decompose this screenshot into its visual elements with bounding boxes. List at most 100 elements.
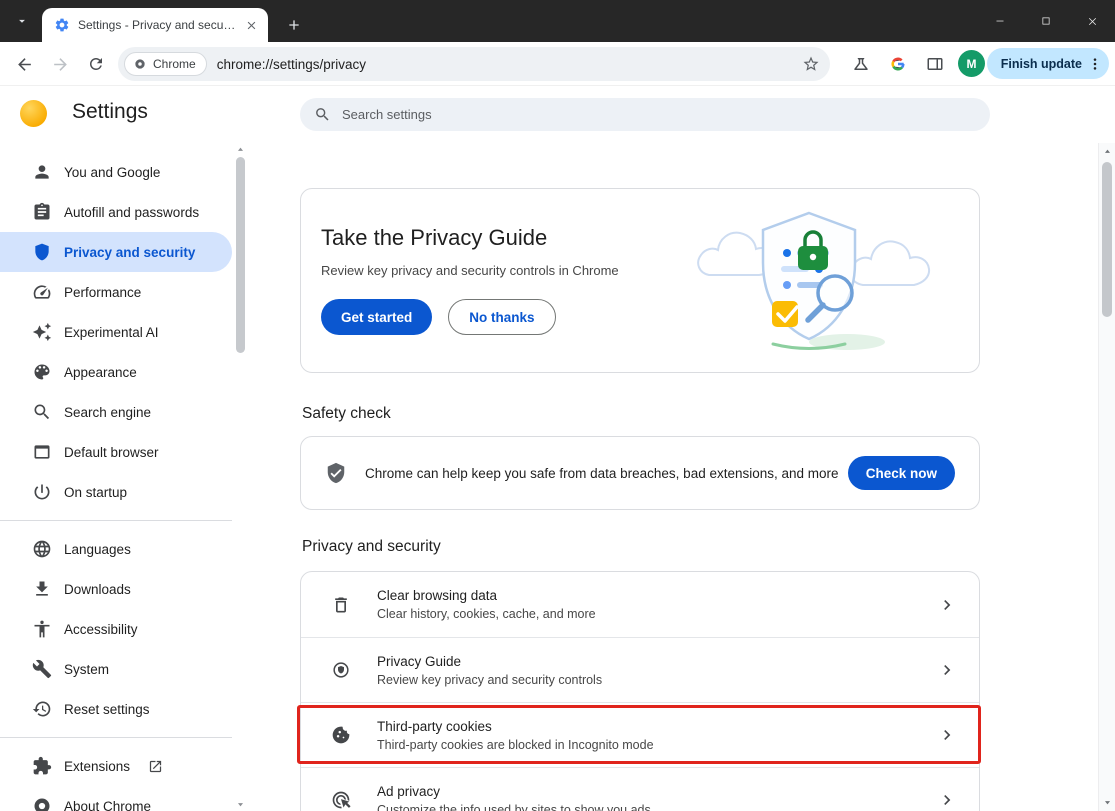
forward-button[interactable] (42, 46, 78, 82)
chevron-right-icon (937, 790, 957, 810)
ad-privacy-icon (331, 790, 351, 810)
downloads-icon (32, 579, 52, 599)
get-started-button[interactable]: Get started (321, 299, 432, 335)
settings-gear-favicon-icon (54, 17, 70, 33)
sidebar-item-autofill[interactable]: Autofill and passwords (0, 192, 232, 232)
privacy-security-card: Clear browsing data Clear history, cooki… (300, 571, 980, 811)
back-icon (15, 55, 34, 74)
tab-search-button[interactable] (8, 7, 36, 35)
clear-browsing-data-row[interactable]: Clear browsing data Clear history, cooki… (301, 572, 979, 637)
scroll-up-icon[interactable] (235, 144, 246, 155)
safety-shield-check-icon (325, 462, 347, 484)
google-g-icon (889, 55, 907, 73)
privacy-guide-icon (331, 660, 351, 680)
tab-close-button[interactable] (242, 16, 260, 34)
sidebar-item-accessibility[interactable]: Accessibility (0, 609, 232, 649)
chrome-site-chip[interactable]: Chrome (124, 52, 207, 76)
sidebar-item-languages[interactable]: Languages (0, 529, 232, 569)
languages-icon (32, 539, 52, 559)
sidebar-item-appearance[interactable]: Appearance (0, 352, 232, 392)
settings-content: Take the Privacy Guide Review key privac… (300, 143, 982, 811)
finish-update-label: Finish update (1001, 57, 1082, 71)
appearance-icon (32, 362, 52, 382)
default-browser-icon (32, 442, 52, 462)
maximize-icon (1040, 15, 1052, 27)
scroll-down-icon[interactable] (235, 799, 246, 810)
sidebar-item-reset-settings[interactable]: Reset settings (0, 689, 232, 729)
sidebar-scrollbar-thumb[interactable] (236, 157, 245, 353)
settings-logo (20, 100, 47, 127)
sidebar-item-search-engine[interactable]: Search engine (0, 392, 232, 432)
search-engine-icon (32, 402, 52, 422)
side-panel-button[interactable] (917, 46, 953, 82)
settings-header: Settings (0, 86, 1115, 143)
cookie-icon (331, 725, 351, 745)
sidebar-item-privacy-and-security[interactable]: Privacy and security (0, 232, 232, 272)
reload-icon (87, 55, 105, 73)
tab-strip: Settings - Privacy and security (0, 0, 1115, 42)
labs-flask-icon (852, 55, 870, 73)
chevron-down-icon (15, 14, 29, 28)
window-controls (977, 0, 1115, 42)
url-text[interactable]: chrome://settings/privacy (217, 57, 802, 72)
chip-label: Chrome (153, 57, 196, 71)
privacy-guide-row[interactable]: Privacy Guide Review key privacy and sec… (301, 637, 979, 702)
about-chrome-icon (32, 796, 52, 811)
sidebar-scrollbar[interactable] (234, 143, 247, 811)
privacy-guide-card: Take the Privacy Guide Review key privac… (300, 188, 980, 373)
tab-title: Settings - Privacy and security (78, 18, 236, 32)
check-now-button[interactable]: Check now (848, 456, 955, 490)
scroll-down-icon[interactable] (1102, 797, 1113, 808)
sidebar-item-on-startup[interactable]: On startup (0, 472, 232, 512)
new-tab-button[interactable] (281, 12, 307, 38)
system-icon (32, 659, 52, 679)
third-party-cookies-row[interactable]: Third-party cookies Third-party cookies … (301, 702, 979, 767)
external-link-icon (148, 759, 163, 774)
safety-check-text: Chrome can help keep you safe from data … (365, 466, 848, 481)
back-button[interactable] (6, 46, 42, 82)
browser-tab[interactable]: Settings - Privacy and security (42, 8, 268, 42)
chrome-ring-icon (133, 57, 147, 71)
page-scrollbar[interactable] (1098, 143, 1115, 811)
minimize-button[interactable] (977, 0, 1023, 42)
trash-icon (331, 595, 351, 615)
ad-privacy-row[interactable]: Ad privacy Customize the info used by si… (301, 767, 979, 811)
sidebar-divider (0, 737, 232, 738)
labs-button[interactable] (843, 46, 879, 82)
settings-search[interactable] (300, 98, 990, 131)
privacy-shield-icon (32, 242, 52, 262)
sidebar-item-downloads[interactable]: Downloads (0, 569, 232, 609)
close-window-button[interactable] (1069, 0, 1115, 42)
reset-icon (32, 699, 52, 719)
sidebar-item-extensions[interactable]: Extensions (0, 746, 232, 786)
plus-icon (286, 17, 302, 33)
person-icon (32, 162, 52, 182)
profile-avatar[interactable]: M (958, 50, 985, 77)
finish-update-button[interactable]: Finish update (987, 48, 1109, 79)
chevron-right-icon (937, 595, 957, 615)
scroll-up-icon[interactable] (1102, 146, 1113, 157)
side-panel-icon (926, 55, 944, 73)
browser-window: Settings - Privacy and security (0, 0, 1115, 811)
no-thanks-button[interactable]: No thanks (448, 299, 555, 335)
sidebar-item-performance[interactable]: Performance (0, 272, 232, 312)
bookmark-star-icon[interactable] (802, 55, 820, 73)
sidebar-item-you-and-google[interactable]: You and Google (0, 152, 232, 192)
google-button[interactable] (880, 46, 916, 82)
chevron-right-icon (937, 660, 957, 680)
privacy-guide-illustration (695, 201, 965, 353)
search-icon (314, 106, 331, 123)
reload-button[interactable] (78, 46, 114, 82)
settings-sidebar: You and Google Autofill and passwords Pr… (0, 143, 232, 811)
settings-search-input[interactable] (340, 106, 976, 123)
page-scrollbar-thumb[interactable] (1102, 162, 1112, 317)
sidebar-item-about-chrome[interactable]: About Chrome (0, 786, 232, 811)
on-startup-icon (32, 482, 52, 502)
sidebar-item-system[interactable]: System (0, 649, 232, 689)
maximize-button[interactable] (1023, 0, 1069, 42)
chevron-right-icon (937, 725, 957, 745)
performance-icon (32, 282, 52, 302)
address-bar[interactable]: Chrome chrome://settings/privacy (118, 47, 830, 81)
sidebar-item-experimental-ai[interactable]: Experimental AI (0, 312, 232, 352)
sidebar-item-default-browser[interactable]: Default browser (0, 432, 232, 472)
